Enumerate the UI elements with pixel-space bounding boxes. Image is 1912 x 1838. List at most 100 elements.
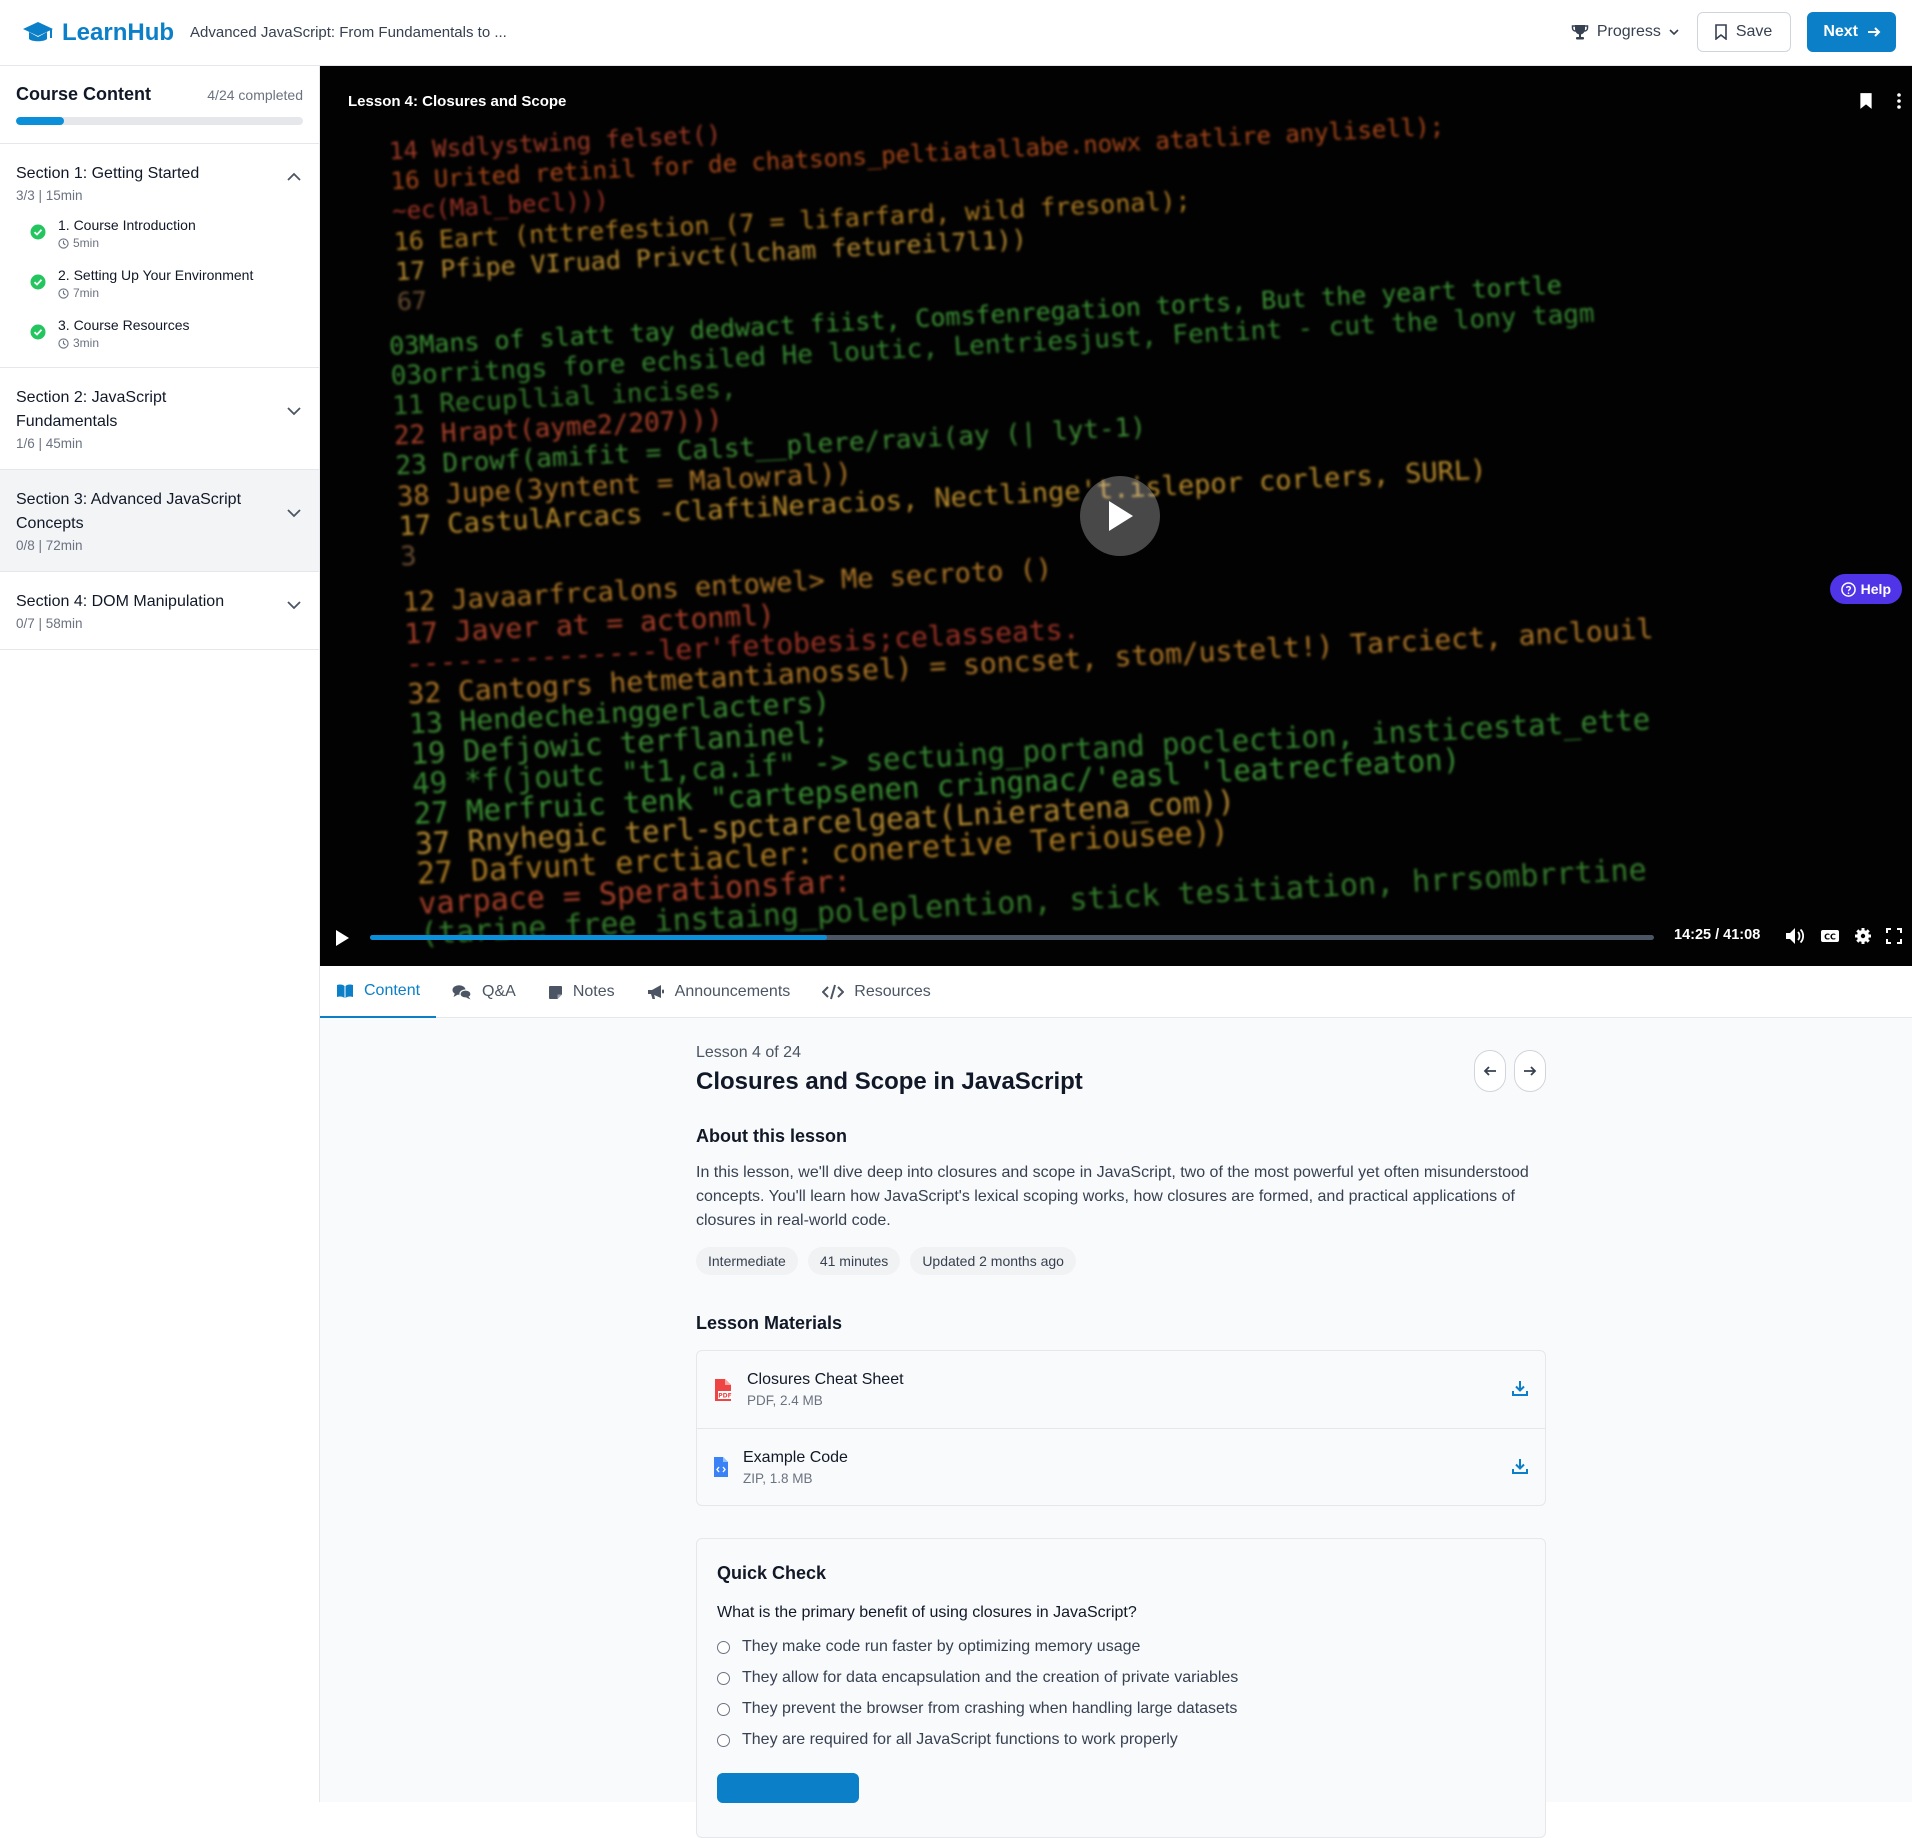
play-icon[interactable] <box>334 929 350 947</box>
tab-label: Notes <box>572 983 615 1000</box>
pdf-file-icon: PDF <box>715 1378 732 1401</box>
quiz-heading: Quick Check <box>717 1563 827 1583</box>
lesson-name: 3. Course Resources <box>58 317 190 333</box>
tab-resources[interactable]: Resources <box>806 966 946 1018</box>
lesson-content: Lesson 4 of 24 Closures and Scope in Jav… <box>696 1044 1546 1838</box>
completed-count: 4/24 completed <box>207 86 303 103</box>
chevron-down-icon <box>1669 29 1679 36</box>
video-controls: 14:25 / 41:08 CC <box>320 918 1912 958</box>
chevron-down-icon[interactable] <box>285 596 303 614</box>
arrow-right-icon <box>1868 27 1881 37</box>
book-icon <box>337 984 353 998</box>
bookmark-icon[interactable] <box>1858 92 1874 110</box>
tab-content[interactable]: Content <box>320 966 437 1018</box>
material-name: Example Code <box>743 1448 848 1466</box>
chevron-up-icon[interactable] <box>285 168 303 186</box>
arrow-right-icon <box>1524 1066 1537 1076</box>
lesson-tabs: Content Q&A Notes Announcements Resource… <box>320 966 1912 1018</box>
closed-captions-icon[interactable]: CC <box>1820 928 1840 944</box>
clock-icon <box>58 287 69 299</box>
download-icon[interactable] <box>1511 1457 1529 1475</box>
next-label: Next <box>1823 23 1858 40</box>
brand-logo[interactable]: LearnHub <box>22 19 174 47</box>
submit-answer-button[interactable] <box>717 1773 859 1803</box>
section-dom-manipulation[interactable]: Section 4: DOM Manipulation 0/7 | 58min <box>0 572 319 650</box>
chevron-down-icon[interactable] <box>285 402 303 420</box>
tab-notes[interactable]: Notes <box>532 966 631 1018</box>
about-heading: About this lesson <box>696 1126 848 1146</box>
section-javascript-fundamentals[interactable]: Section 2: JavaScript Fundamentals 1/6 |… <box>0 368 319 470</box>
help-button[interactable]: Help <box>1829 574 1902 604</box>
about-text: In this lesson, we'll dive deep into clo… <box>696 1164 1529 1229</box>
radio-button[interactable] <box>717 1702 730 1716</box>
material-item-cheat-sheet[interactable]: PDF Closures Cheat Sheet PDF, 2.4 MB <box>697 1351 1545 1428</box>
quiz-option-text: They prevent the browser from crashing w… <box>742 1700 1238 1717</box>
quiz-option-text: They allow for data encapsulation and th… <box>742 1669 1239 1686</box>
section-meta: 3/3 | 15min <box>16 188 83 203</box>
chevron-down-icon[interactable] <box>285 504 303 522</box>
course-progress-fill <box>16 117 64 125</box>
sidebar-title: Course Content <box>16 84 151 104</box>
lesson-item-setting-up-environment[interactable]: 2. Setting Up Your Environment 7min <box>16 267 303 300</box>
tab-label: Content <box>364 982 421 999</box>
lesson-tags: Intermediate 41 minutes Updated 2 months… <box>696 1247 1546 1275</box>
quiz-option-text: They are required for all JavaScript fun… <box>742 1731 1178 1748</box>
lesson-item-course-resources[interactable]: 3. Course Resources 3min <box>16 317 303 350</box>
lesson-position: Lesson 4 of 24 <box>696 1044 801 1061</box>
help-label: Help <box>1860 581 1891 597</box>
video-seek-bar[interactable] <box>370 935 1654 940</box>
lesson-item-course-introduction[interactable]: 1. Course Introduction 5min <box>16 217 303 250</box>
lesson-duration: 3min <box>58 336 190 350</box>
progress-dropdown[interactable]: Progress <box>1571 23 1681 41</box>
clock-icon <box>58 337 69 349</box>
check-circle-icon <box>30 224 46 240</box>
megaphone-icon <box>647 985 664 999</box>
comments-icon <box>452 985 472 1000</box>
tab-qa[interactable]: Q&A <box>436 966 532 1018</box>
lesson-duration-text: 7min <box>73 286 100 300</box>
code-icon <box>822 984 845 1000</box>
lesson-duration: 7min <box>58 286 253 300</box>
tab-announcements[interactable]: Announcements <box>631 966 807 1018</box>
quiz-option[interactable]: They make code run faster by optimizing … <box>717 1638 1525 1656</box>
quiz-option[interactable]: They are required for all JavaScript fun… <box>717 1731 1525 1749</box>
material-meta: ZIP, 1.8 MB <box>743 1470 813 1486</box>
clock-icon <box>58 237 69 249</box>
fullscreen-icon[interactable] <box>1886 928 1902 944</box>
section-title: Section 1: Getting Started <box>16 165 200 182</box>
section-meta: 0/8 | 72min <box>16 538 83 553</box>
quiz-option[interactable]: They allow for data encapsulation and th… <box>717 1669 1525 1687</box>
save-label: Save <box>1735 23 1773 40</box>
video-player[interactable]: 14 Wsdlystwing felset() 16 Urited retinil… <box>320 66 1912 966</box>
lesson-duration-text: 5min <box>73 236 100 250</box>
arrow-left-icon <box>1483 1066 1496 1076</box>
next-button[interactable]: Next <box>1807 12 1896 52</box>
level-tag: Intermediate <box>696 1247 798 1275</box>
radio-button[interactable] <box>717 1640 730 1654</box>
section-getting-started[interactable]: Section 1: Getting Started 3/3 | 15min 1… <box>0 144 319 368</box>
svg-text:CC: CC <box>1824 933 1836 942</box>
trophy-icon <box>1571 25 1589 40</box>
top-header: LearnHub Advanced JavaScript: From Funda… <box>0 0 1912 66</box>
more-vertical-icon[interactable] <box>1896 92 1902 110</box>
play-overlay-button[interactable] <box>1080 476 1160 556</box>
material-item-example-code[interactable]: Example Code ZIP, 1.8 MB <box>697 1428 1545 1505</box>
save-button[interactable]: Save <box>1696 12 1792 52</box>
gear-icon[interactable] <box>1854 927 1872 945</box>
next-lesson-button[interactable] <box>1514 1050 1546 1092</box>
quiz-option[interactable]: They prevent the browser from crashing w… <box>717 1700 1525 1718</box>
previous-lesson-button[interactable] <box>1474 1050 1506 1092</box>
download-icon[interactable] <box>1511 1379 1529 1397</box>
tab-label: Q&A <box>482 983 516 1000</box>
radio-button[interactable] <box>717 1671 730 1685</box>
section-title: Section 3: Advanced JavaScript Concepts <box>16 491 242 532</box>
section-advanced-javascript-concepts[interactable]: Section 3: Advanced JavaScript Concepts … <box>0 470 319 572</box>
radio-button[interactable] <box>717 1733 730 1747</box>
volume-icon[interactable] <box>1784 926 1806 946</box>
graduation-cap-icon <box>23 21 53 41</box>
material-meta: PDF, 2.4 MB <box>747 1393 823 1408</box>
course-sidebar: Course Content 4/24 completed Section 1:… <box>0 66 320 1802</box>
course-progress-bar <box>16 117 303 125</box>
check-circle-icon <box>30 324 46 340</box>
material-name: Closures Cheat Sheet <box>747 1371 904 1388</box>
